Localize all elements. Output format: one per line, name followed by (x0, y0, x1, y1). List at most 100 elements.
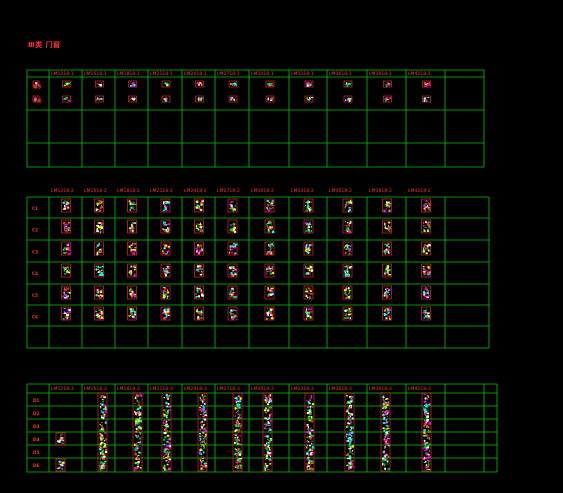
t2-icon (303, 285, 314, 300)
t1-icon (95, 80, 104, 88)
t3-header: LM2418-3 (184, 386, 207, 392)
t2-icon (382, 306, 392, 321)
t2-icon (94, 241, 104, 256)
t2-icon (264, 263, 275, 278)
t1-icon (62, 95, 71, 103)
t2-icon (421, 263, 431, 278)
t2-icon (127, 241, 137, 256)
t2-icon (264, 198, 275, 213)
t2-icon (94, 306, 104, 321)
t3-header: LM1818-3 (117, 386, 140, 392)
t2-icon (421, 306, 431, 321)
t2-icon (61, 198, 71, 213)
t3-header: LM2118-3 (150, 386, 173, 392)
t2-icon (160, 219, 171, 234)
t2-icon (160, 198, 171, 213)
t2-icon (127, 306, 137, 321)
t2-icon (421, 241, 431, 256)
t1-icon (128, 95, 137, 103)
t2-icon (160, 306, 171, 321)
t1-header: LM3618-1 (329, 71, 352, 77)
t1-row-label: 立面 (33, 97, 42, 104)
t1-icon (95, 95, 104, 103)
t2-icon (160, 263, 171, 278)
t2-icon (421, 285, 431, 300)
t2-icon (61, 241, 71, 256)
t2-icon (160, 241, 171, 256)
t2-icon (194, 198, 204, 213)
t2-row-label: C5 (32, 293, 38, 298)
t2-header: LM4218-2 (408, 188, 431, 194)
t2-icon (127, 198, 137, 213)
t2-row-label: C3 (32, 249, 38, 254)
t2-row-label: C1 (32, 206, 38, 211)
t1-icon (228, 95, 238, 103)
t1-icon (228, 80, 238, 88)
t1-header: LM4218-1 (408, 71, 431, 77)
t2-header: LM3918-2 (369, 188, 392, 194)
t2-icon (264, 219, 275, 234)
t2-header: LM1218-2 (51, 188, 74, 194)
t3-row-label: D6 (33, 463, 39, 468)
t1-icon (161, 80, 171, 88)
t1-header: LM1218-1 (51, 71, 74, 77)
t1-header: LM2718-1 (217, 71, 240, 77)
t3-header: LM3018-3 (251, 386, 274, 392)
t1-header: LM1518-1 (84, 71, 107, 77)
t2-icon (94, 219, 104, 234)
t3-icon (55, 458, 66, 472)
t1-icon (195, 80, 204, 88)
t2-header: LM3018-2 (251, 188, 274, 194)
t3-row-label: D4 (33, 437, 39, 442)
t2-icon (382, 219, 392, 234)
t2-header: LM2718-2 (217, 188, 240, 194)
t1-icon (265, 95, 275, 103)
t2-icon (94, 263, 104, 278)
t1-icon (343, 80, 353, 88)
text-layer: LM1218-1 LM1518-1 LM1818-1 LM2118-1 LM2418-1… (32, 71, 431, 468)
t2-icon (227, 263, 238, 278)
t2-icon (227, 285, 238, 300)
t1-header: LM3918-1 (369, 71, 392, 77)
t1-icon (422, 95, 431, 103)
t2-icon (94, 198, 104, 213)
t3-row-label: D5 (33, 450, 39, 455)
t3-header: LM3618-3 (329, 386, 352, 392)
t2-icon (194, 285, 204, 300)
t2-icon (227, 198, 238, 213)
t2-icon (342, 219, 353, 234)
t1-header: LM1818-1 (117, 71, 140, 77)
t2-header: LM3618-2 (329, 188, 352, 194)
t2-icon (421, 198, 431, 213)
t2-row-label: C4 (32, 271, 38, 276)
t2-icon (127, 285, 137, 300)
t3-header: LM3918-3 (369, 386, 392, 392)
t1-header: LM2418-1 (184, 71, 207, 77)
t2-icon (227, 241, 238, 256)
t2-header: LM1818-2 (117, 188, 140, 194)
t2-icon (303, 263, 314, 278)
t1-icon (383, 80, 392, 88)
t3-header: LM1218-3 (51, 386, 74, 392)
t2-icon (342, 198, 353, 213)
t1-icon (128, 80, 137, 88)
t3-header: LM3318-3 (291, 386, 314, 392)
t2-icon (94, 285, 104, 300)
t2-header: LM2418-2 (184, 188, 207, 194)
t3-header: LM4218-3 (408, 386, 431, 392)
t2-icon (382, 285, 392, 300)
t2-icon (303, 306, 314, 321)
t2-icon (382, 198, 392, 213)
t1-header: LM3018-1 (251, 71, 274, 77)
t1-icon (343, 95, 353, 103)
t3-header: LM1518-3 (84, 386, 107, 392)
t2-icon (264, 241, 275, 256)
t3-header: LM2718-3 (217, 386, 240, 392)
t2-icon (382, 263, 392, 278)
t2-icon (194, 263, 204, 278)
t2-icon (127, 219, 137, 234)
t2-icon (61, 285, 71, 300)
t1-icon (422, 80, 431, 88)
t2-icon (303, 198, 314, 213)
t2-icon (303, 241, 314, 256)
